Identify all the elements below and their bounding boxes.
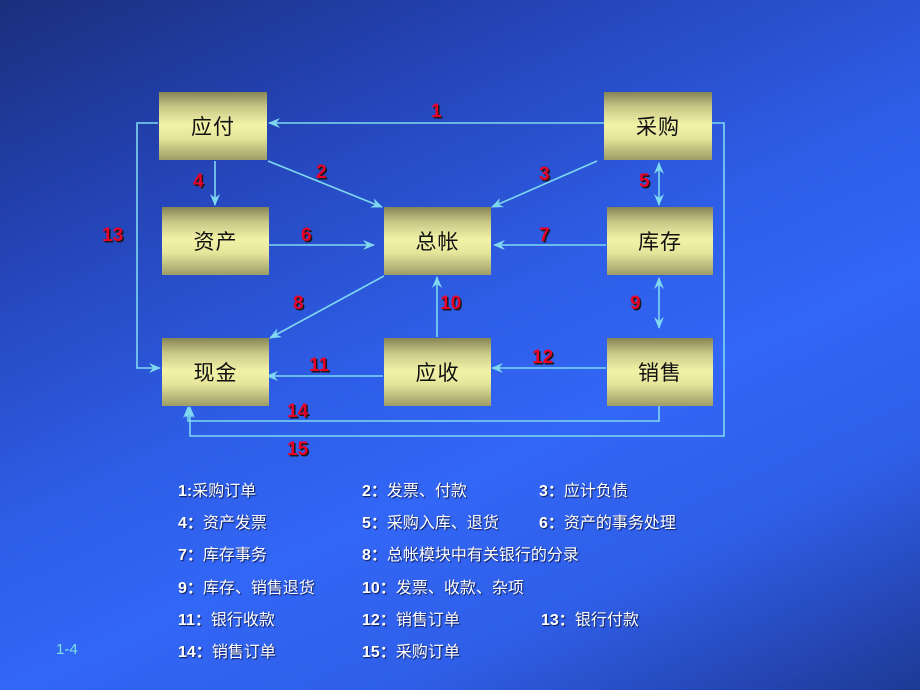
- node-label: 资产: [193, 230, 238, 254]
- legend-item-4: 4：资产发票: [178, 515, 267, 532]
- legend-number: 9：: [178, 580, 203, 597]
- legend-text: 资产的事务处理: [563, 513, 676, 532]
- legend-text: 银行付款: [574, 610, 639, 629]
- legend-item-3: 3：应计负债: [539, 483, 628, 500]
- flow-number-7: 7: [539, 225, 550, 246]
- legend-item-14: 14：销售订单: [178, 644, 276, 661]
- legend-number: 5：: [362, 515, 387, 532]
- legend-item-8: 8：总帐模块中有关银行的分录: [362, 547, 579, 564]
- legend-text: 资产发票: [202, 513, 267, 532]
- legend-text: 发票、付款: [386, 481, 467, 500]
- legend-text: 销售订单: [211, 642, 276, 661]
- node-cash: 现金: [162, 338, 269, 406]
- flow-number-12: 12: [532, 347, 554, 368]
- flow-number-10: 10: [440, 293, 462, 314]
- legend-number: 2：: [362, 483, 387, 500]
- node-purchasing: 采购: [604, 92, 712, 160]
- legend-number: 8：: [362, 547, 387, 564]
- legend-item-10: 10：发票、收款、杂项: [362, 580, 524, 597]
- arrow-14: [183, 406, 660, 422]
- node-label: 应收: [415, 361, 460, 385]
- node-label: 库存: [638, 230, 682, 254]
- node-label: 现金: [193, 361, 238, 385]
- legend-item-1: 1:采购订单: [178, 483, 256, 500]
- legend-number: 3：: [539, 483, 564, 500]
- arrow-13: [136, 122, 161, 373]
- node-label: 应付: [191, 115, 235, 139]
- flow-number-2: 2: [316, 162, 327, 183]
- legend-number: 11：: [178, 612, 211, 629]
- legend-text: 总帐模块中有关银行的分录: [386, 545, 579, 564]
- node-sales: 销售: [607, 338, 713, 406]
- arrow-8: [269, 275, 385, 339]
- flow-number-14: 14: [287, 401, 309, 422]
- legend-text: 采购订单: [192, 481, 257, 500]
- legend-number: 12：: [362, 612, 396, 629]
- legend-text: 库存、销售退货: [202, 578, 315, 597]
- page-number: 1-4: [56, 641, 78, 658]
- legend-number: 14：: [178, 644, 212, 661]
- node-label: 销售: [638, 361, 682, 385]
- legend-item-9: 9：库存、销售退货: [178, 580, 315, 597]
- legend-number: 7：: [178, 547, 203, 564]
- flow-number-8: 8: [293, 293, 304, 314]
- legend-text: 库存事务: [202, 545, 267, 564]
- legend-item-15: 15：采购订单: [362, 644, 460, 661]
- legend-item-13: 13：银行付款: [541, 612, 639, 629]
- legend-number: 10：: [362, 580, 396, 597]
- legend-number: 15：: [362, 644, 396, 661]
- legend-number: 4：: [178, 515, 203, 532]
- legend-text: 采购订单: [395, 642, 460, 661]
- flow-number-1: 1: [431, 101, 442, 122]
- legend-item-7: 7：库存事务: [178, 547, 267, 564]
- flow-number-9: 9: [630, 293, 641, 314]
- legend-item-12: 12：销售订单: [362, 612, 460, 629]
- node-accounts-receivable: 应收: [384, 338, 491, 406]
- flow-number-6: 6: [301, 225, 312, 246]
- flow-number-4: 4: [193, 171, 204, 192]
- legend-number: 1:: [178, 483, 193, 500]
- legend-text: 应计负债: [563, 481, 628, 500]
- flow-number-15: 15: [287, 439, 309, 460]
- legend-text: 采购入库、退货: [386, 513, 499, 532]
- flow-number-5: 5: [639, 171, 650, 192]
- legend-number: 13：: [541, 612, 575, 629]
- flow-number-3: 3: [539, 164, 550, 185]
- legend-item-11: 11：银行收款: [178, 612, 275, 629]
- node-accounts-payable: 应付: [159, 92, 267, 160]
- flow-number-13: 13: [102, 225, 124, 246]
- legend-text: 销售订单: [395, 610, 460, 629]
- node-label: 采购: [636, 115, 680, 139]
- legend-item-6: 6：资产的事务处理: [539, 515, 676, 532]
- legend-text: 发票、收款、杂项: [395, 578, 524, 597]
- flow-number-11: 11: [309, 355, 330, 376]
- node-assets: 资产: [162, 207, 269, 275]
- legend-item-2: 2：发票、付款: [362, 483, 467, 500]
- legend-item-5: 5：采购入库、退货: [362, 515, 499, 532]
- node-general-ledger: 总帐: [384, 207, 491, 275]
- legend-number: 6：: [539, 515, 564, 532]
- node-inventory: 库存: [607, 207, 713, 275]
- node-label: 总帐: [415, 230, 460, 254]
- legend-text: 银行收款: [210, 610, 275, 629]
